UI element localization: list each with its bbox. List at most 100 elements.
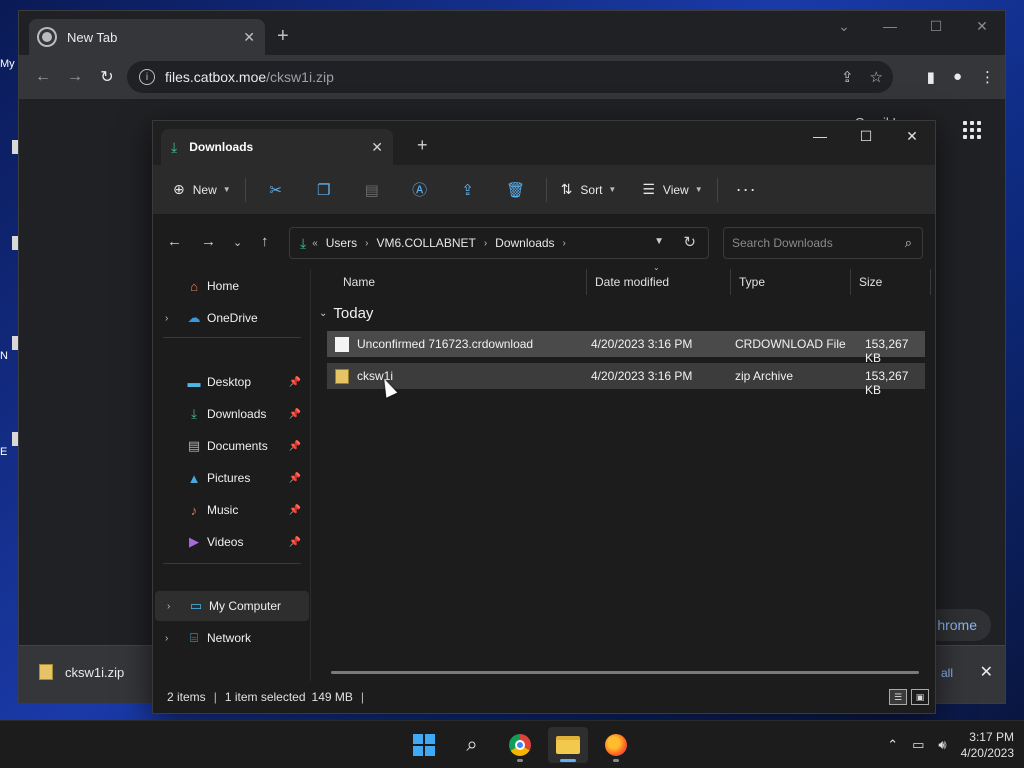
chevron-up-icon[interactable]: ⌃ bbox=[887, 737, 898, 753]
maximize-button[interactable]: ☐ bbox=[843, 121, 889, 151]
desktop-icon-label[interactable]: N bbox=[0, 336, 22, 362]
taskbar-file-explorer[interactable] bbox=[548, 727, 588, 763]
breadcrumb-downloads[interactable]: Downloads bbox=[495, 236, 554, 250]
nav-item-pictures[interactable]: ▲ Pictures 📌 bbox=[153, 463, 307, 493]
paste-icon[interactable]: ▤ bbox=[348, 174, 396, 206]
start-button[interactable] bbox=[404, 727, 444, 763]
nav-item-desktop[interactable]: ▬ Desktop 📌 bbox=[153, 367, 307, 397]
taskbar-firefox[interactable] bbox=[596, 727, 636, 763]
nav-item-documents[interactable]: ▤ Documents 📌 bbox=[153, 431, 307, 461]
desktop-icon[interactable] bbox=[0, 236, 22, 250]
column-header-name[interactable]: Name bbox=[335, 269, 587, 295]
tab-search-chevron-icon[interactable]: ⌄ bbox=[821, 11, 867, 41]
desktop-icon-label[interactable]: My bbox=[0, 58, 18, 70]
file-type: CRDOWNLOAD File bbox=[735, 337, 846, 351]
expand-chevron-icon[interactable]: › bbox=[167, 601, 170, 612]
expand-chevron-icon[interactable]: › bbox=[165, 633, 168, 644]
overflow-chevron-icon[interactable]: « bbox=[312, 238, 318, 249]
new-button[interactable]: ⊕ New ▼ bbox=[165, 174, 239, 206]
maximize-button[interactable]: ☐ bbox=[913, 11, 959, 41]
breadcrumb-separator-icon[interactable]: › bbox=[365, 238, 368, 249]
file-name: Unconfirmed 716723.crdownload bbox=[357, 337, 534, 351]
url-host: files.catbox.moe bbox=[165, 69, 267, 85]
nav-item-my-computer[interactable]: › ▭ My Computer bbox=[155, 591, 309, 621]
taskbar-chrome[interactable] bbox=[500, 727, 540, 763]
nav-item-music[interactable]: ♪ Music 📌 bbox=[153, 495, 307, 525]
clock[interactable]: 3:17 PM 4/20/2023 bbox=[961, 729, 1014, 761]
up-arrow-icon[interactable]: ↑ bbox=[261, 233, 269, 250]
profile-icon[interactable]: ● bbox=[953, 68, 962, 86]
share-icon[interactable]: ⇪ bbox=[444, 174, 492, 206]
chrome-tab-new-tab[interactable]: New Tab ✕ bbox=[29, 19, 265, 55]
file-row[interactable]: Unconfirmed 716723.crdownload 4/20/2023 … bbox=[327, 331, 925, 365]
desktop-icon-label[interactable]: E bbox=[0, 432, 22, 458]
taskbar-search-button[interactable]: ⌕ bbox=[452, 727, 492, 763]
back-arrow-icon[interactable]: ← bbox=[167, 233, 182, 250]
address-bar[interactable]: ⤓ « Users › VM6.COLLABNET › Downloads › … bbox=[289, 227, 709, 259]
close-icon[interactable]: ✕ bbox=[980, 662, 993, 682]
column-header-size[interactable]: Size bbox=[851, 269, 931, 295]
close-icon[interactable]: ✕ bbox=[371, 139, 383, 156]
nav-item-network[interactable]: › ⌸ Network bbox=[153, 623, 307, 653]
breadcrumb-separator-icon[interactable]: › bbox=[563, 238, 566, 249]
search-icon[interactable]: ⌕ bbox=[905, 235, 912, 251]
nav-item-onedrive[interactable]: › ☁ OneDrive bbox=[153, 303, 307, 333]
nav-label: OneDrive bbox=[207, 311, 258, 325]
music-icon: ♪ bbox=[190, 502, 198, 518]
close-icon[interactable]: ✕ bbox=[243, 29, 255, 46]
refresh-icon[interactable]: ↻ bbox=[683, 233, 696, 251]
nav-item-videos[interactable]: ▶ Videos 📌 bbox=[153, 527, 307, 557]
share-icon[interactable]: ⇪ bbox=[841, 68, 854, 86]
show-all-link[interactable]: all bbox=[941, 666, 953, 680]
address-bar[interactable]: i files.catbox.moe/cksw1i.zip ⇪ ☆ bbox=[127, 61, 893, 93]
close-button[interactable]: ✕ bbox=[959, 11, 1005, 41]
file-date: 4/20/2023 3:16 PM bbox=[591, 369, 693, 383]
chrome-tab-title: New Tab bbox=[67, 29, 118, 45]
copy-icon[interactable]: ❐ bbox=[300, 174, 348, 206]
reload-icon[interactable]: ↻ bbox=[91, 67, 123, 87]
group-header-today[interactable]: ⌄ Today bbox=[319, 305, 373, 322]
back-arrow-icon[interactable]: ← bbox=[27, 68, 59, 86]
network-icon[interactable]: ▭ bbox=[912, 737, 924, 753]
volume-icon[interactable]: 🔊︎ bbox=[938, 737, 946, 753]
new-tab-button[interactable]: + bbox=[417, 135, 428, 156]
menu-kebab-icon[interactable]: ⋮ bbox=[980, 68, 995, 86]
forward-arrow-icon[interactable]: → bbox=[59, 68, 91, 86]
horizontal-scrollbar[interactable] bbox=[331, 671, 919, 674]
more-options-button[interactable]: ··· bbox=[724, 179, 769, 200]
recent-locations-chevron-icon[interactable]: ⌄ bbox=[233, 236, 242, 249]
nav-item-home[interactable]: ⌂ Home bbox=[153, 271, 307, 301]
view-button[interactable]: ☰ View ▼ bbox=[634, 174, 710, 206]
breadcrumb-users[interactable]: Users bbox=[326, 236, 357, 250]
sort-button[interactable]: ⇅ Sort ▼ bbox=[553, 174, 625, 206]
document-icon: ▤ bbox=[187, 438, 201, 453]
site-info-icon[interactable]: i bbox=[139, 69, 155, 85]
address-dropdown-chevron-icon[interactable]: ▼ bbox=[654, 236, 664, 247]
breadcrumb-separator-icon[interactable]: › bbox=[484, 238, 487, 249]
side-panel-icon[interactable]: ▮ bbox=[927, 68, 935, 86]
apps-grid-icon[interactable] bbox=[963, 121, 981, 139]
column-header-type[interactable]: Type bbox=[731, 269, 851, 295]
cut-icon[interactable]: ✂ bbox=[252, 174, 300, 206]
new-tab-button[interactable]: + bbox=[277, 25, 289, 48]
minimize-button[interactable]: — bbox=[797, 121, 843, 151]
delete-icon[interactable]: 🗑 bbox=[492, 174, 540, 206]
search-input[interactable]: Search Downloads ⌕ bbox=[723, 227, 923, 259]
nav-item-downloads[interactable]: ⤓ Downloads 📌 bbox=[153, 399, 307, 429]
collapse-chevron-icon[interactable]: ⌄ bbox=[319, 308, 327, 319]
file-row[interactable]: cksw1i 4/20/2023 3:16 PM zip Archive 153… bbox=[327, 363, 925, 397]
column-header-date-modified[interactable]: Date modified ⌄ bbox=[587, 263, 731, 295]
explorer-tab-downloads[interactable]: ⤓ Downloads ✕ bbox=[161, 129, 393, 165]
tiles-view-icon[interactable]: ▣ bbox=[911, 689, 929, 705]
expand-chevron-icon[interactable]: › bbox=[165, 313, 168, 324]
close-button[interactable]: ✕ bbox=[889, 121, 935, 151]
rename-icon[interactable]: Ⓐ bbox=[396, 174, 444, 206]
forward-arrow-icon[interactable]: → bbox=[201, 233, 216, 250]
taskbar: ⌕ ⌃ ▭ 🔊︎ 3:17 PM 4/20/2023 bbox=[0, 720, 1024, 768]
minimize-button[interactable]: — bbox=[867, 11, 913, 41]
bookmark-star-icon[interactable]: ☆ bbox=[870, 68, 883, 86]
breadcrumb-vm6-collabnet[interactable]: VM6.COLLABNET bbox=[376, 236, 475, 250]
download-item[interactable]: cksw1i.zip bbox=[39, 664, 124, 680]
desktop-icon[interactable] bbox=[0, 140, 22, 154]
details-view-icon[interactable]: ☰ bbox=[889, 689, 907, 705]
